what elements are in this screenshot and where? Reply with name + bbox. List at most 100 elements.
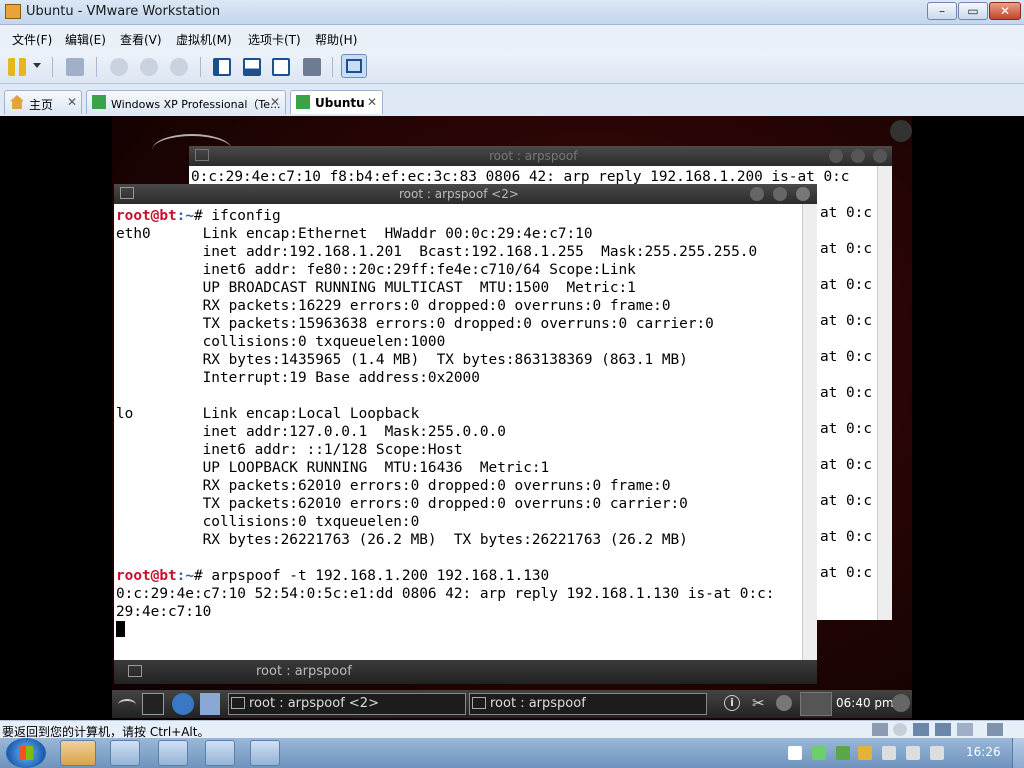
guest-task-arpspoof[interactable]: root : arpspoof: [469, 693, 707, 715]
minimize-button[interactable]: –: [927, 2, 957, 20]
tab-home[interactable]: 主页 ✕: [4, 90, 82, 114]
tab-bar: 主页 ✕ Windows XP Professional（Te... ✕ Ubu…: [0, 84, 1024, 116]
network-adapter-icon[interactable]: [913, 723, 929, 736]
browser-launcher-icon[interactable]: [172, 693, 194, 715]
network-icon[interactable]: [66, 58, 84, 76]
terminal-output-line: inet addr:192.168.1.201 Bcast:192.168.1.…: [116, 244, 758, 260]
terminal-titlebar: root : arpspoof: [189, 146, 892, 166]
snapshot-manager-icon[interactable]: [170, 58, 188, 76]
terminal-output-line: at 0:c: [820, 385, 872, 401]
tray-app-icon[interactable]: [812, 746, 826, 760]
tab-close-icon[interactable]: ✕: [367, 95, 377, 109]
start-button[interactable]: [6, 738, 46, 768]
toolbar-separator: [52, 57, 53, 77]
terminal-output-line: at 0:c: [820, 421, 872, 437]
terminal-output-line: collisions:0 txqueuelen:0: [116, 514, 420, 530]
terminal-output-line: RX bytes:26221763 (26.2 MB) TX bytes:262…: [116, 532, 688, 548]
console-view-button[interactable]: [341, 54, 367, 78]
info-icon[interactable]: i: [724, 695, 740, 711]
snapshot-icon[interactable]: [110, 58, 128, 76]
tray-monitor-icon[interactable]: [906, 746, 920, 760]
menu-help[interactable]: 帮助(H): [315, 31, 357, 48]
terminal-maximize-icon[interactable]: [773, 187, 787, 201]
prompt-path: :~: [176, 568, 194, 584]
taskbar-app[interactable]: [205, 740, 235, 766]
message-icon[interactable]: [987, 723, 1003, 736]
thumbnail-bar-icon[interactable]: [243, 58, 261, 76]
terminal-output-line: TX packets:15963638 errors:0 dropped:0 o…: [116, 316, 714, 332]
tray-network-icon[interactable]: [882, 746, 896, 760]
terminal-close-icon[interactable]: [796, 187, 810, 201]
minimized-window-title: root : arpspoof: [256, 664, 352, 679]
tray-app-icon[interactable]: [858, 746, 872, 760]
terminal-scrollbar[interactable]: [877, 166, 892, 620]
menu-bar: 文件(F) 编辑(E) 查看(V) 虚拟机(M) 选项卡(T) 帮助(H): [0, 25, 1024, 51]
prompt-user: root@bt: [116, 208, 177, 224]
tab-close-icon[interactable]: ✕: [270, 95, 280, 109]
terminal-minimize-icon[interactable]: [829, 149, 843, 163]
terminal-launcher-icon[interactable]: [142, 693, 164, 715]
taskbar-vmware[interactable]: [60, 740, 96, 766]
terminal-window-front[interactable]: root : arpspoof <2> root@bt:~# ifconfig …: [114, 184, 817, 660]
terminal-minimize-icon[interactable]: [750, 187, 764, 201]
sound-icon[interactable]: [957, 723, 973, 736]
toolbar-separator: [200, 57, 201, 77]
prompt-line-1: root@bt:~# ifconfig: [116, 207, 281, 225]
prompt-line-2: root@bt:~# arpspoof -t 192.168.1.200 192…: [116, 567, 549, 585]
menu-file[interactable]: 文件(F): [12, 31, 52, 48]
tab-windows-xp[interactable]: Windows XP Professional（Te... ✕: [86, 90, 286, 114]
sidebar-icon[interactable]: [213, 58, 231, 76]
vm-icon: [92, 95, 106, 109]
tab-label: Ubuntu: [315, 96, 365, 110]
prompt-symbol: #: [193, 208, 203, 224]
dragon-shape: [118, 699, 136, 711]
terminal-icon: [195, 149, 209, 161]
shutdown-icon[interactable]: [892, 694, 910, 712]
terminal-output-line: at 0:c: [820, 529, 872, 545]
menu-edit[interactable]: 编辑(E): [65, 31, 106, 48]
menu-tabs[interactable]: 选项卡(T): [248, 31, 301, 48]
tray-action-icon[interactable]: [788, 746, 802, 760]
prompt-symbol: #: [193, 568, 203, 584]
maximize-button[interactable]: ▭: [958, 2, 988, 20]
fullscreen-icon[interactable]: [272, 58, 290, 76]
tab-close-icon[interactable]: ✕: [67, 95, 77, 109]
guest-panel: root : arpspoof <2> root : arpspoof i ✂ …: [112, 690, 912, 718]
terminal-output-line: at 0:c: [820, 457, 872, 473]
chevron-down-icon[interactable]: [33, 63, 41, 68]
terminal-icon: [128, 665, 142, 677]
tab-label: Windows XP Professional（Te...: [111, 98, 281, 111]
scissors-icon[interactable]: ✂: [752, 694, 765, 712]
backtrack-menu-icon[interactable]: [116, 693, 138, 715]
terminal-scrollbar[interactable]: [802, 204, 817, 660]
ifconfig-output: eth0 Link encap:Ethernet HWaddr 00:0c:29…: [116, 225, 757, 567]
workspace-switcher[interactable]: [800, 692, 832, 716]
unity-icon[interactable]: [303, 58, 321, 76]
terminal-close-icon[interactable]: [873, 149, 887, 163]
usb-icon[interactable]: [935, 723, 951, 736]
tray-security-icon[interactable]: [836, 746, 850, 760]
terminal-output-line: eth0 Link encap:Ethernet HWaddr 00:0c:29…: [116, 226, 593, 242]
terminal-maximize-icon[interactable]: [851, 149, 865, 163]
harddisk-icon[interactable]: [872, 723, 888, 736]
eject-icon[interactable]: [776, 695, 792, 711]
power-icon[interactable]: [890, 120, 912, 142]
close-button[interactable]: ✕: [989, 2, 1021, 20]
revert-snapshot-icon[interactable]: [140, 58, 158, 76]
show-desktop-button[interactable]: [1012, 738, 1024, 768]
guest-task-arpspoof-2[interactable]: root : arpspoof <2>: [228, 693, 466, 715]
taskbar-player[interactable]: [250, 740, 280, 766]
menu-view[interactable]: 查看(V): [120, 31, 162, 48]
cdrom-icon[interactable]: [893, 723, 907, 736]
tab-ubuntu[interactable]: Ubuntu ✕: [290, 90, 383, 114]
minimized-window-bar[interactable]: root : arpspoof: [114, 660, 817, 684]
terminal-output-line: inet addr:127.0.0.1 Mask:255.0.0.0: [116, 424, 506, 440]
terminal-output-line: collisions:0 txqueuelen:1000: [116, 334, 446, 350]
volume-icon[interactable]: [930, 746, 944, 760]
taskbar-word[interactable]: [110, 740, 140, 766]
menu-vm[interactable]: 虚拟机(M): [176, 31, 232, 48]
files-launcher-icon[interactable]: [200, 693, 220, 715]
taskbar-explorer[interactable]: [158, 740, 188, 766]
pause-icon[interactable]: [8, 58, 26, 76]
